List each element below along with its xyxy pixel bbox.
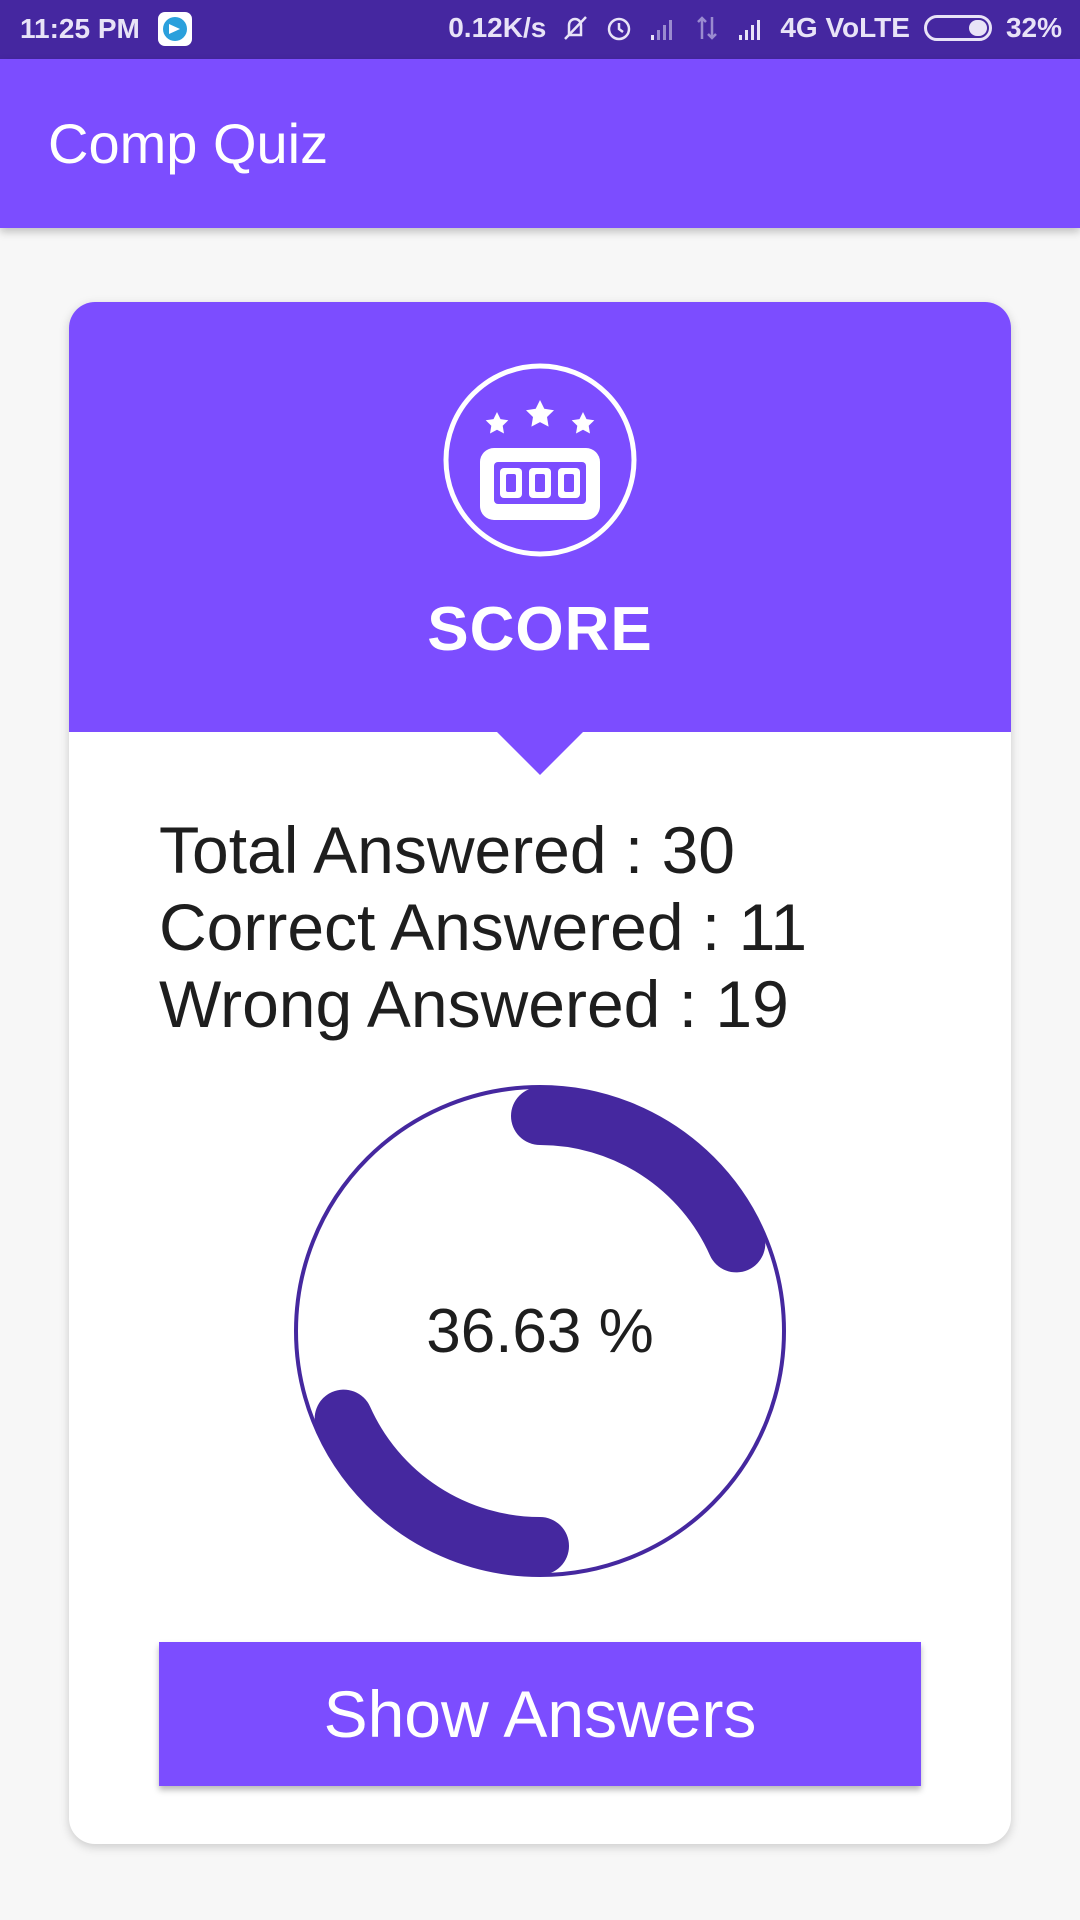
header-pointer	[497, 732, 583, 775]
battery-icon	[923, 15, 992, 41]
app-title: Comp Quiz	[48, 112, 329, 175]
app-bar: Comp Quiz	[0, 59, 1080, 228]
network-speed: 0.12K/s	[448, 12, 547, 43]
data-arrows-icon	[697, 16, 718, 40]
alarm-icon	[608, 17, 631, 41]
score-stats: Total Answered : 30 Correct Answered : 1…	[159, 812, 807, 1043]
show-answers-button[interactable]: Show Answers	[159, 1642, 921, 1786]
correct-answered: Correct Answered : 11	[159, 890, 808, 964]
score-card-header: SCORE	[69, 302, 1011, 732]
signal-strong-icon	[739, 20, 761, 40]
status-time: 11:25 PM	[20, 13, 140, 44]
battery-percent: 32%	[1005, 12, 1062, 43]
mute-vibrate-icon	[564, 16, 588, 40]
score-card: SCORE Total Answered : 30 Correct Answer…	[69, 302, 1011, 1844]
score-percent: 36.63 %	[426, 1297, 654, 1366]
network-type: 4G VoLTE	[780, 12, 910, 43]
scoreboard-stars-icon	[443, 363, 637, 557]
status-bar: 11:25 PM 0.12K/s 4G VoLTE 32%	[0, 0, 1080, 59]
wrong-answered: Wrong Answered : 19	[159, 967, 789, 1041]
signal-weak-icon	[651, 20, 673, 40]
total-answered: Total Answered : 30	[159, 813, 736, 887]
telegram-icon	[157, 12, 192, 46]
score-title: SCORE	[427, 595, 653, 664]
